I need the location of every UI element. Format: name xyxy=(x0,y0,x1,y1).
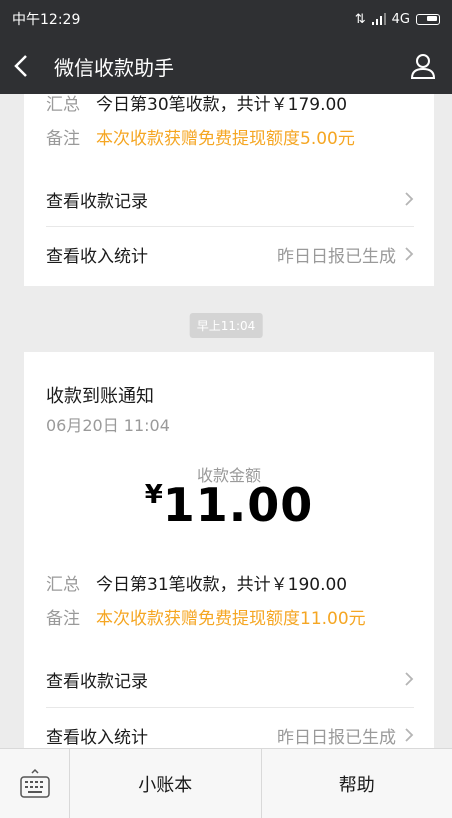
chevron-right-icon xyxy=(405,247,414,261)
note-key: 备注 xyxy=(46,129,80,149)
amount-display: ¥11.00 xyxy=(24,478,434,532)
amount-value: 11.00 xyxy=(162,478,314,532)
status-bar: 中午12:29 ⇅ 4G xyxy=(0,0,452,38)
battery-icon xyxy=(416,13,440,25)
summary-value: 今日第30笔收款，共计￥179.00 xyxy=(96,95,348,115)
note-row: 备注 本次收款获赠免费提现额度5.00元 xyxy=(46,124,355,149)
signal-icon xyxy=(371,13,386,25)
currency-symbol: ¥ xyxy=(144,480,163,510)
bottom-menu-bar: 小账本 帮助 xyxy=(0,748,452,818)
network-type: 4G xyxy=(391,11,410,27)
note-value: 本次收款获赠免费提现额度11.00元 xyxy=(96,609,366,629)
page-title: 微信收款助手 xyxy=(54,55,174,80)
back-button[interactable] xyxy=(14,52,38,80)
view-stats-link[interactable]: 查看收入统计 昨日日报已生成 xyxy=(46,227,414,281)
chevron-right-icon xyxy=(405,672,414,686)
daily-report-status: 昨日日报已生成 xyxy=(277,727,396,748)
keyboard-icon xyxy=(19,768,50,798)
summary-value: 今日第31笔收款，共计￥190.00 xyxy=(96,575,348,595)
summary-row: 汇总 今日第30笔收款，共计￥179.00 xyxy=(46,90,347,115)
help-menu-button[interactable]: 帮助 xyxy=(260,749,452,818)
payment-notification-card[interactable]: 收款到账通知 06月20日 11:04 收款金额 ¥11.00 汇总 今日第31… xyxy=(24,352,434,748)
previous-payment-card: 汇总 今日第30笔收款，共计￥179.00 备注 本次收款获赠免费提现额度5.0… xyxy=(24,94,434,286)
profile-button[interactable] xyxy=(408,51,438,81)
view-records-label: 查看收款记录 xyxy=(46,191,148,212)
chevron-right-icon xyxy=(405,728,414,742)
note-row: 备注 本次收款获赠免费提现额度11.00元 xyxy=(46,604,366,629)
summary-row: 汇总 今日第31笔收款，共计￥190.00 xyxy=(46,570,347,595)
card-title: 收款到账通知 xyxy=(46,386,154,407)
view-stats-label: 查看收入统计 xyxy=(46,727,148,748)
view-records-link[interactable]: 查看收款记录 xyxy=(46,172,414,226)
ledger-menu-button[interactable]: 小账本 xyxy=(70,749,261,818)
note-value: 本次收款获赠免费提现额度5.00元 xyxy=(96,129,355,149)
summary-key: 汇总 xyxy=(46,95,80,115)
view-records-link[interactable]: 查看收款记录 xyxy=(46,652,414,706)
card-date: 06月20日 11:04 xyxy=(46,416,170,435)
message-timestamp: 早上11:04 xyxy=(189,313,263,338)
view-stats-label: 查看收入统计 xyxy=(46,246,148,267)
note-key: 备注 xyxy=(46,609,80,629)
data-transfer-icon: ⇅ xyxy=(354,11,366,27)
keyboard-toggle-button[interactable] xyxy=(0,749,70,818)
person-icon xyxy=(410,54,436,79)
nav-bar: 微信收款助手 xyxy=(0,38,452,94)
daily-report-status: 昨日日报已生成 xyxy=(277,246,396,267)
chevron-right-icon xyxy=(405,192,414,206)
view-records-label: 查看收款记录 xyxy=(46,671,148,692)
summary-key: 汇总 xyxy=(46,575,80,595)
back-arrow-icon xyxy=(14,55,27,77)
status-time: 中午12:29 xyxy=(12,12,81,28)
status-indicators: ⇅ 4G xyxy=(355,12,440,27)
